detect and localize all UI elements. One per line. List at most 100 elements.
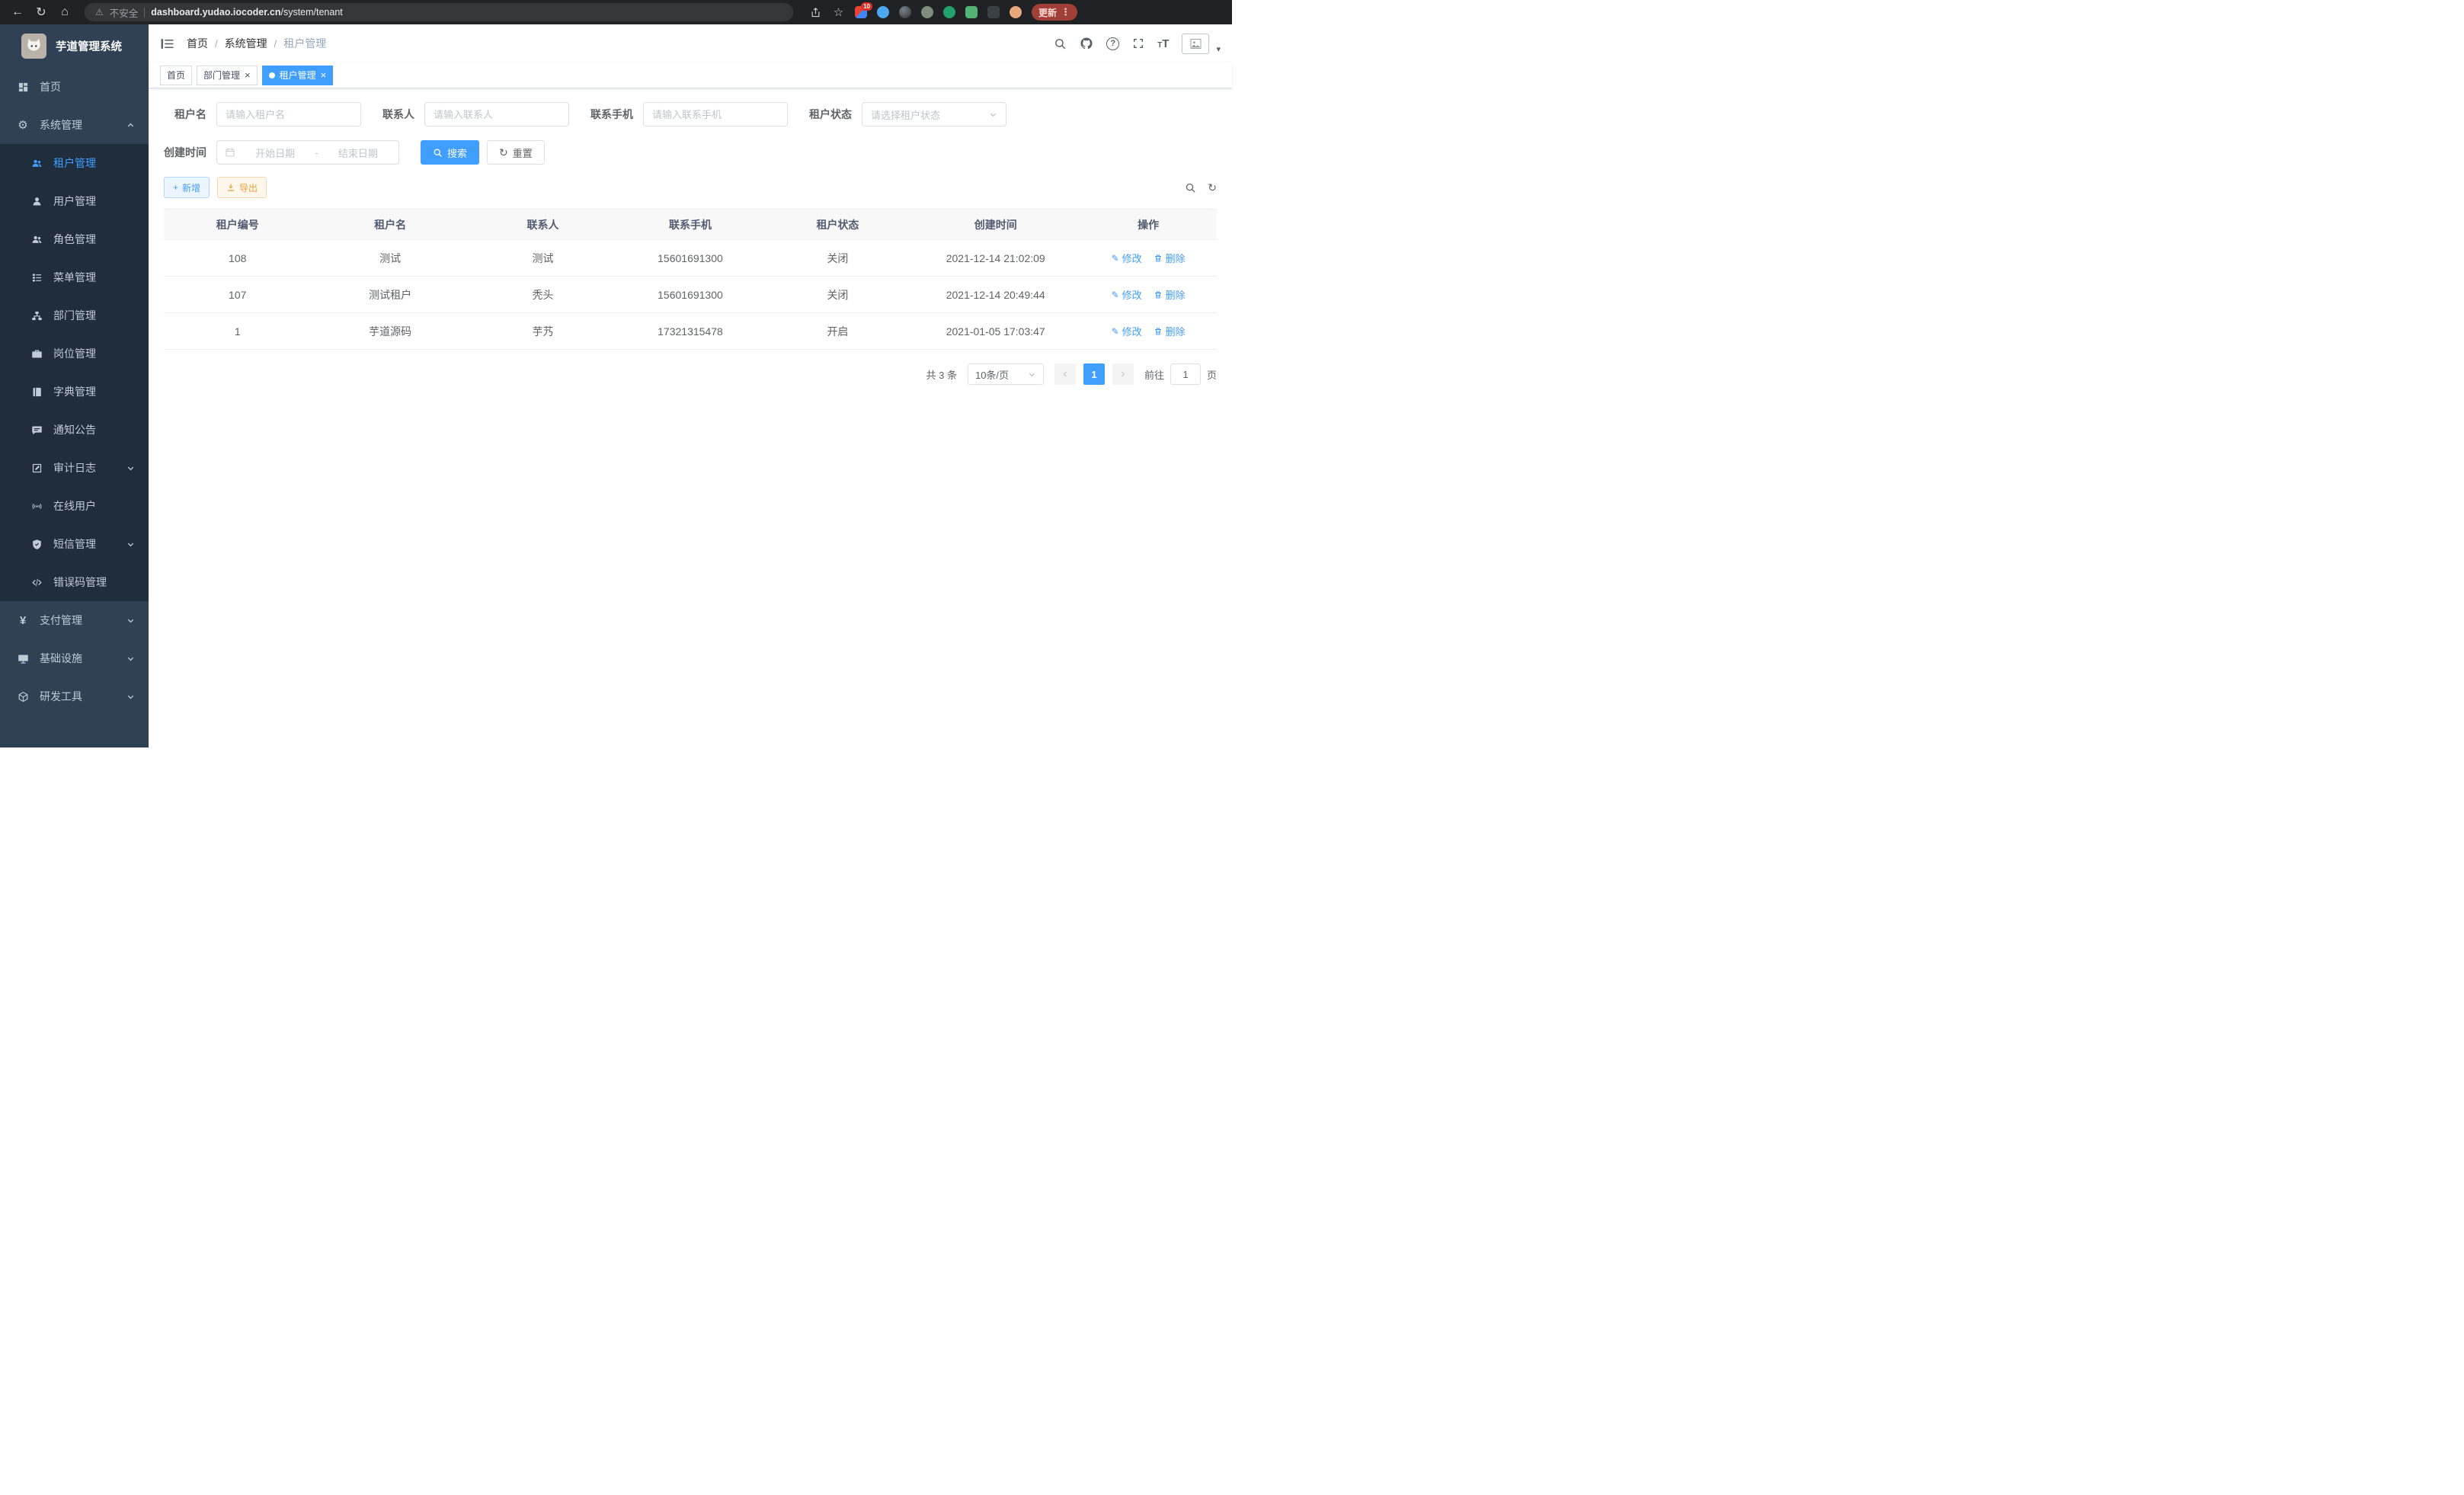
table-header-row: 租户编号 租户名 联系人 联系手机 租户状态 创建时间 操作 [164, 210, 1217, 240]
extension-icon-4[interactable] [921, 6, 933, 18]
browser-reload-icon[interactable]: ↻ [33, 4, 50, 21]
filter-create-time: 创建时间 开始日期 - 结束日期 [164, 140, 399, 165]
tab-home[interactable]: 首页 [160, 66, 192, 85]
shield-icon [30, 538, 43, 550]
reset-button[interactable]: ↻ 重置 [487, 140, 545, 165]
sidebar-item-post[interactable]: 岗位管理 [0, 335, 149, 373]
sidebar-toggle-icon[interactable] [160, 37, 174, 51]
search-button[interactable]: 搜索 [421, 140, 479, 165]
page-size-select[interactable]: 10条/页 [968, 363, 1044, 385]
add-button[interactable]: + 新增 [164, 177, 210, 198]
sidebar-item-devtool[interactable]: 研发工具 [0, 677, 149, 715]
prev-page-button[interactable]: ‹ [1054, 363, 1076, 385]
cell-id: 107 [164, 277, 311, 313]
browser-menu-icon[interactable]: ⋮ [1061, 6, 1070, 18]
extension-icon-6[interactable] [965, 6, 978, 18]
sidebar-item-menu[interactable]: 菜单管理 [0, 258, 149, 296]
edit-button[interactable]: ✎修改 [1112, 251, 1142, 265]
url-path: /system/tenant [280, 7, 342, 18]
breadcrumb-home[interactable]: 首页 [187, 36, 208, 51]
pagination: 共 3 条 10条/页 ‹ 1 › 前往 页 [164, 363, 1217, 385]
browser-toolbar: ← ↻ ⌂ ⚠ 不安全 dashboard.yudao.iocoder.cn/s… [0, 0, 1232, 24]
sidebar-item-label: 审计日志 [53, 460, 96, 475]
delete-button[interactable]: 删除 [1154, 251, 1186, 265]
extension-icon-7[interactable] [987, 6, 1000, 18]
sidebar-item-role[interactable]: 角色管理 [0, 220, 149, 258]
url-separator [144, 8, 145, 18]
help-icon[interactable]: ? [1106, 37, 1119, 50]
sidebar-item-infra[interactable]: 基础设施 [0, 639, 149, 677]
browser-home-icon[interactable]: ⌂ [56, 4, 73, 21]
sidebar-item-label: 在线用户 [53, 498, 96, 514]
filter-phone: 联系手机 [590, 102, 788, 126]
tab-dept[interactable]: 部门管理 × [197, 66, 258, 85]
refresh-table-icon[interactable]: ↻ [1208, 182, 1217, 193]
breadcrumb-current: 租户管理 [283, 36, 326, 51]
tab-tenant[interactable]: 租户管理 × [262, 66, 334, 85]
bookmark-star-icon[interactable]: ☆ [832, 6, 845, 19]
reset-button-label: 重置 [513, 146, 533, 160]
show-search-icon[interactable] [1185, 182, 1196, 194]
breadcrumb-separator: / [215, 38, 218, 50]
sidebar-item-user[interactable]: 用户管理 [0, 182, 149, 220]
security-label[interactable]: 不安全 [110, 5, 139, 20]
search-icon[interactable] [1054, 37, 1067, 50]
page-number-button[interactable]: 1 [1083, 363, 1105, 385]
tenant-name-input[interactable] [226, 109, 352, 120]
sidebar-item-online[interactable]: 在线用户 [0, 487, 149, 525]
sidebar-item-sms[interactable]: 短信管理 [0, 525, 149, 563]
phone-input[interactable] [652, 109, 779, 120]
breadcrumb-system[interactable]: 系统管理 [225, 36, 267, 51]
delete-button[interactable]: 删除 [1154, 287, 1186, 302]
app-logo[interactable]: 芋道管理系统 [0, 24, 149, 68]
profile-avatar-icon[interactable] [1010, 6, 1022, 18]
sidebar-item-notice[interactable]: 通知公告 [0, 411, 149, 449]
url-domain: dashboard.yudao.iocoder.cn [151, 7, 280, 18]
sidebar-item-system[interactable]: ⚙ 系统管理 [0, 106, 149, 144]
edit-button[interactable]: ✎修改 [1112, 287, 1142, 302]
share-icon[interactable] [809, 6, 822, 19]
yen-icon: ¥ [17, 614, 29, 626]
contact-input[interactable] [434, 109, 560, 120]
extension-icon-3[interactable] [899, 6, 911, 18]
user-avatar[interactable] [1182, 34, 1209, 54]
sidebar-item-errcode[interactable]: 错误码管理 [0, 563, 149, 601]
next-page-button[interactable]: › [1112, 363, 1134, 385]
chevron-up-icon [126, 121, 135, 130]
browser-actions: ☆ 10 更新 ⋮ [809, 4, 1077, 21]
fullscreen-icon[interactable] [1132, 37, 1144, 50]
address-bar[interactable]: ⚠ 不安全 dashboard.yudao.iocoder.cn/system/… [85, 3, 793, 21]
cell-name: 芋道源码 [311, 313, 469, 350]
update-label: 更新 [1038, 6, 1057, 19]
date-range-picker[interactable]: 开始日期 - 结束日期 [216, 140, 399, 165]
extension-icon-2[interactable] [877, 6, 889, 18]
sidebar-item-audit[interactable]: 审计日志 [0, 449, 149, 487]
trash-icon [1154, 327, 1163, 336]
extension-icon-5[interactable] [943, 6, 955, 18]
chrome-update-button[interactable]: 更新 ⋮ [1032, 4, 1077, 21]
table-utilities: ↻ [1185, 182, 1217, 194]
goto-page-input[interactable] [1170, 363, 1201, 385]
navbar-actions: ? TT ▾ [1054, 34, 1221, 54]
sidebar-item-dict[interactable]: 字典管理 [0, 373, 149, 411]
sidebar-item-pay[interactable]: ¥ 支付管理 [0, 601, 149, 639]
sidebar-item-label: 租户管理 [53, 155, 96, 171]
sidebar-item-tenant[interactable]: 租户管理 [0, 144, 149, 182]
sidebar-item-dept[interactable]: 部门管理 [0, 296, 149, 335]
delete-button[interactable]: 删除 [1154, 324, 1186, 338]
filter-label: 联系人 [382, 107, 414, 122]
edit-button[interactable]: ✎修改 [1112, 324, 1142, 338]
export-button[interactable]: 导出 [217, 177, 267, 198]
font-size-icon[interactable]: TT [1157, 38, 1169, 50]
close-icon[interactable]: × [245, 70, 251, 80]
sidebar-item-home[interactable]: 首页 [0, 68, 149, 106]
browser-back-icon[interactable]: ← [9, 4, 26, 21]
github-icon[interactable] [1080, 37, 1093, 50]
extension-icon-1[interactable]: 10 [855, 6, 867, 18]
avatar-caret-icon[interactable]: ▾ [1216, 44, 1221, 54]
filter-tenant-name: 租户名 [164, 102, 361, 126]
filter-status: 租户状态 请选择租户状态 [809, 102, 1006, 126]
close-icon[interactable]: × [321, 70, 327, 80]
status-select[interactable]: 请选择租户状态 [862, 102, 1006, 126]
sidebar-menu: 首页 ⚙ 系统管理 租户管理 用户管理 [0, 68, 149, 748]
